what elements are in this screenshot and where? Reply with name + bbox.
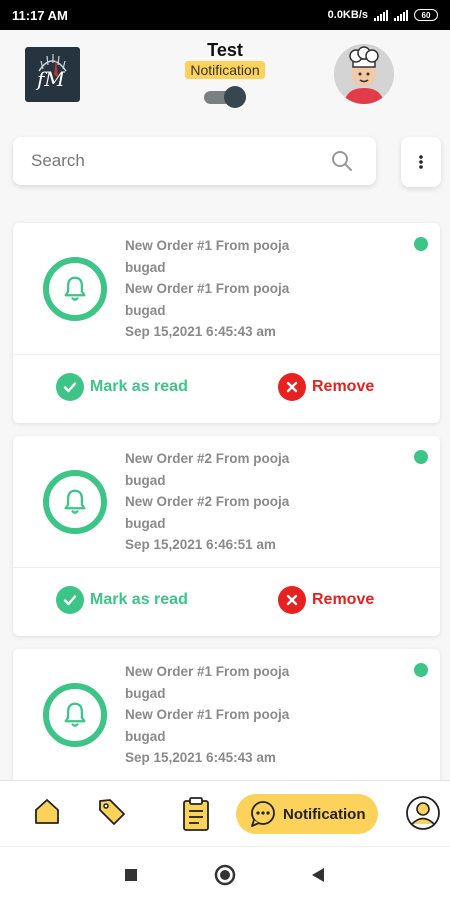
app-logo[interactable]: fM (25, 47, 80, 102)
more-options-button[interactable] (401, 137, 441, 187)
message-line: bugad (125, 515, 166, 531)
back-triangle-icon (312, 868, 324, 882)
close-icon (278, 586, 306, 614)
chef-icon (334, 44, 394, 104)
clipboard-icon (183, 797, 209, 831)
recent-apps-button[interactable] (124, 868, 138, 887)
status-time: 11:17 AM (12, 7, 68, 23)
remove-label: Remove (312, 591, 375, 608)
page-title: Test (207, 40, 243, 60)
square-icon (125, 869, 137, 881)
notification-badge: Notification (185, 61, 265, 79)
mark-as-read-button[interactable]: Mark as read (56, 373, 188, 401)
system-nav-bar (0, 846, 450, 900)
bell-icon (43, 257, 107, 321)
nav-offers[interactable] (96, 796, 128, 828)
notification-card[interactable]: New Order #2 From pooja bugad New Order … (13, 436, 440, 636)
search-icon[interactable] (330, 149, 354, 173)
message-line: New Order #1 From pooja (125, 707, 290, 722)
back-button[interactable] (311, 867, 325, 888)
notification-date: Sep 15,2021 6:45:43 am (125, 324, 276, 339)
message-line: bugad (125, 472, 166, 488)
mark-as-read-label: Mark as read (90, 378, 188, 395)
nav-notification[interactable]: Notification (236, 794, 378, 834)
tag-icon (99, 799, 125, 825)
home-system-button[interactable] (214, 864, 236, 891)
unread-dot (414, 237, 428, 251)
nav-orders[interactable] (180, 796, 212, 832)
notification-toggle[interactable] (204, 86, 246, 108)
logo-text: fM (37, 67, 65, 91)
more-vertical-icon (419, 155, 423, 169)
message-line: bugad (125, 259, 166, 275)
bell-icon (43, 470, 107, 534)
notification-card[interactable]: New Order #1 From pooja bugad New Order … (13, 649, 440, 780)
toggle-knob (224, 86, 246, 108)
message-line: New Order #2 From pooja (125, 494, 290, 509)
app-header: fM Test Notification (0, 30, 450, 128)
notification-message: New Order #1 From pooja bugad New Order … (125, 661, 345, 769)
chef-avatar[interactable] (334, 44, 394, 104)
notification-message: New Order #1 From pooja bugad New Order … (125, 235, 345, 343)
profile-icon (406, 796, 440, 830)
divider (13, 354, 440, 355)
mark-as-read-button[interactable]: Mark as read (56, 586, 188, 614)
nav-notification-label: Notification (283, 805, 366, 823)
message-line: bugad (125, 302, 166, 318)
message-line: New Order #1 From pooja (125, 238, 290, 253)
notification-date: Sep 15,2021 6:45:43 am (125, 750, 276, 765)
message-line: bugad (125, 728, 166, 744)
search-input[interactable] (31, 151, 321, 171)
home-icon (35, 799, 59, 824)
close-icon (278, 373, 306, 401)
check-icon (56, 373, 84, 401)
remove-label: Remove (312, 378, 375, 395)
mark-as-read-label: Mark as read (90, 591, 188, 608)
search-bar (13, 137, 376, 185)
unread-dot (414, 450, 428, 464)
bottom-nav: Notification (0, 780, 450, 846)
circle-icon (214, 864, 236, 886)
message-line: bugad (125, 685, 166, 701)
signal-icon (374, 9, 388, 21)
message-line: New Order #1 From pooja (125, 664, 290, 679)
battery-level: 60 (421, 10, 431, 20)
status-bar: 11:17 AM 0.0KB/s 60 (0, 0, 450, 30)
remove-button[interactable]: Remove (278, 373, 374, 401)
notification-card[interactable]: New Order #1 From pooja bugad New Order … (13, 223, 440, 423)
notification-list: New Order #1 From pooja bugad New Order … (0, 208, 450, 780)
notification-message: New Order #2 From pooja bugad New Order … (125, 448, 345, 556)
remove-button[interactable]: Remove (278, 586, 374, 614)
notification-date: Sep 15,2021 6:46:51 am (125, 537, 276, 552)
bell-icon (43, 683, 107, 747)
message-line: New Order #1 From pooja (125, 281, 290, 296)
divider (13, 567, 440, 568)
header-title-group: Test Notification (150, 40, 300, 80)
battery-icon: 60 (414, 9, 438, 21)
nav-profile[interactable] (405, 795, 441, 831)
check-icon (56, 586, 84, 614)
message-line: New Order #2 From pooja (125, 451, 290, 466)
unread-dot (414, 663, 428, 677)
signal-icon-2 (394, 9, 408, 21)
nav-home[interactable] (32, 796, 62, 826)
chat-icon (251, 801, 275, 827)
network-speed: 0.0KB/s (327, 9, 368, 21)
status-indicators: 0.0KB/s 60 (328, 9, 438, 21)
